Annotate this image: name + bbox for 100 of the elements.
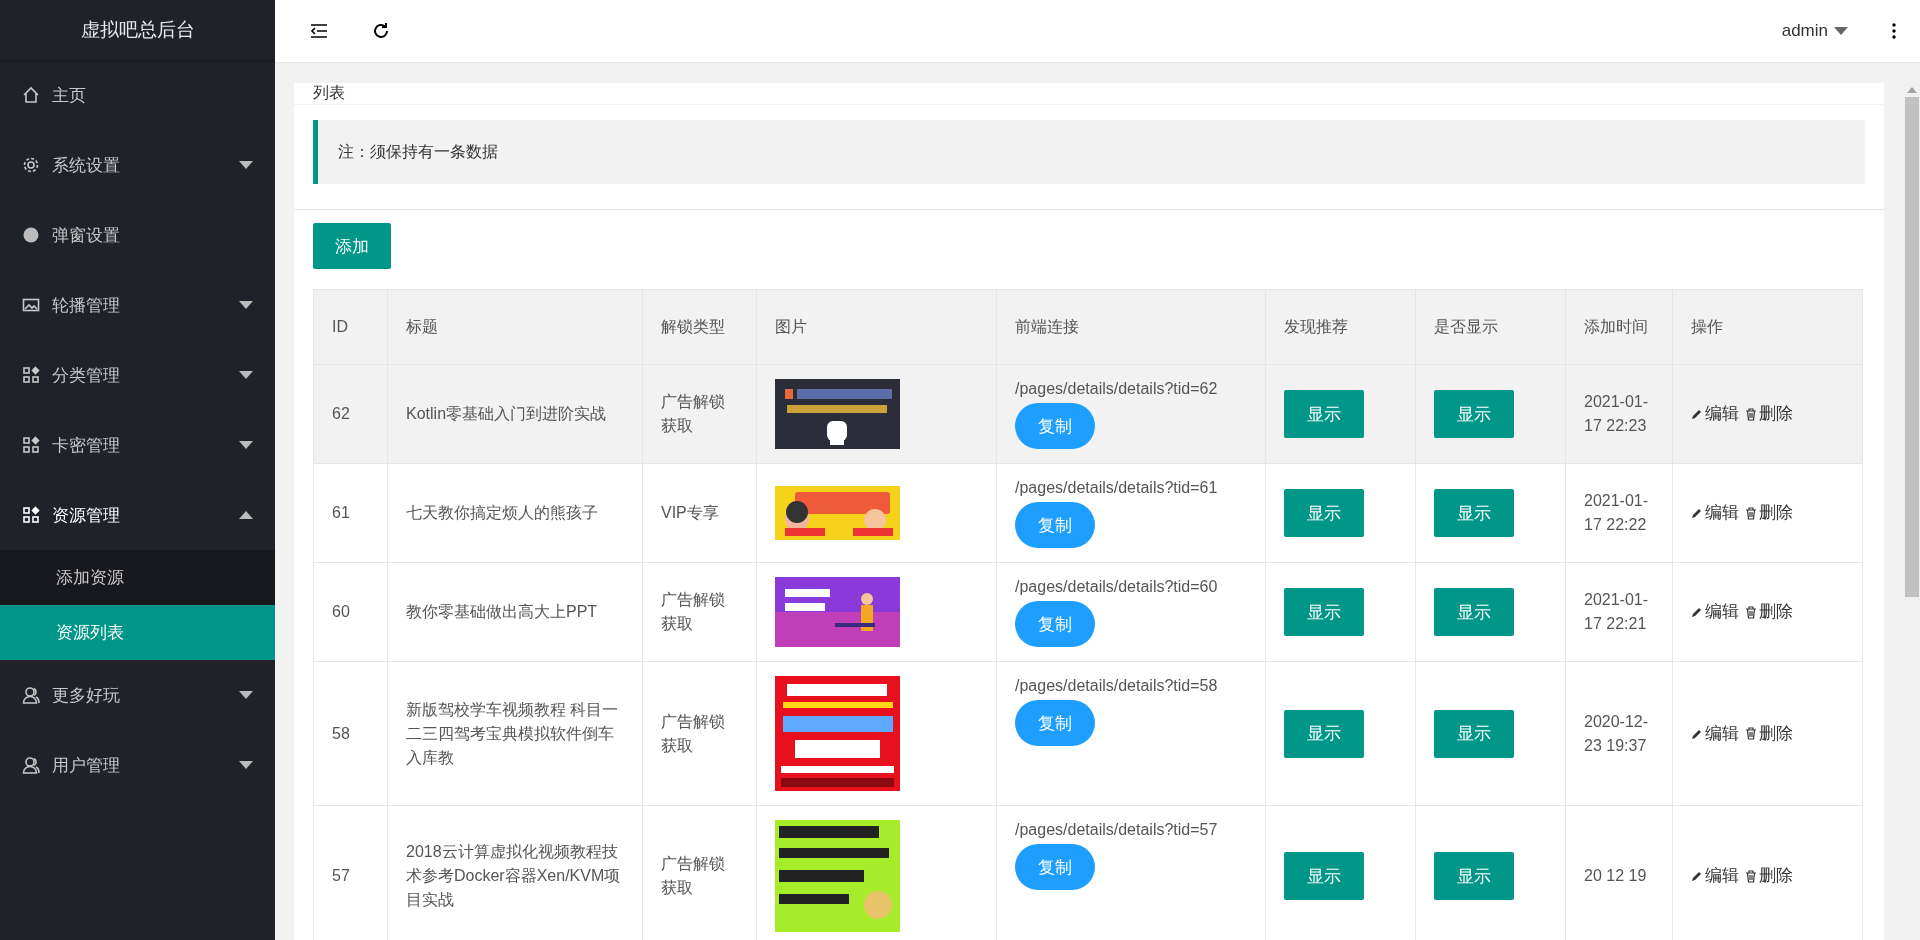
link-text: /pages/details/details?tid=57 bbox=[1015, 820, 1219, 840]
caret-icon bbox=[1834, 27, 1848, 35]
sidebar-item[interactable]: 资源管理 bbox=[0, 480, 275, 550]
caret-icon bbox=[239, 161, 253, 169]
delete-link[interactable]: 删除 bbox=[1745, 721, 1793, 746]
id-text: 62 bbox=[332, 404, 351, 424]
unlock-type-text: 广告解锁获取 bbox=[661, 711, 726, 756]
sidebar-item[interactable]: 轮播管理 bbox=[0, 270, 275, 340]
edit-link[interactable]: 编辑 bbox=[1691, 501, 1739, 525]
id-text: 61 bbox=[332, 503, 351, 523]
edit-link[interactable]: 编辑 bbox=[1691, 721, 1739, 746]
time-text: 2020-12-23 19:37 bbox=[1584, 711, 1650, 756]
add-button[interactable]: 添加 bbox=[313, 223, 391, 269]
link-text: /pages/details/details?tid=62 bbox=[1015, 379, 1219, 399]
link-text: /pages/details/details?tid=60 bbox=[1015, 577, 1219, 597]
column-header: 解锁类型 bbox=[642, 289, 757, 365]
card-title: 列表 bbox=[294, 83, 1884, 105]
column-header: 标题 bbox=[387, 289, 643, 365]
edit-link[interactable]: 编辑 bbox=[1691, 600, 1739, 624]
delete-link[interactable]: 删除 bbox=[1745, 864, 1793, 888]
edit-link[interactable]: 编辑 bbox=[1691, 402, 1739, 426]
circle-icon bbox=[22, 226, 40, 244]
title-text: Kotlin零基础入门到进阶实战 bbox=[406, 404, 608, 424]
delete-link[interactable]: 删除 bbox=[1745, 600, 1793, 624]
time-text: 2021-01-17 22:23 bbox=[1584, 392, 1650, 436]
recommend-button[interactable]: 显示 bbox=[1284, 852, 1364, 900]
recommend-button[interactable]: 显示 bbox=[1284, 709, 1364, 758]
recommend-button[interactable]: 显示 bbox=[1284, 489, 1364, 537]
delete-link[interactable]: 删除 bbox=[1745, 402, 1793, 426]
id-text: 57 bbox=[332, 866, 351, 886]
column-header: 前端连接 bbox=[996, 289, 1266, 365]
pencil-icon bbox=[1691, 507, 1703, 519]
time-text: 2021-01-17 22:22 bbox=[1584, 491, 1650, 535]
show-button[interactable]: 显示 bbox=[1434, 489, 1514, 537]
sidebar-item[interactable]: 更多好玩 bbox=[0, 660, 275, 730]
image-icon bbox=[22, 296, 40, 314]
caret-icon bbox=[239, 511, 253, 519]
table-row[interactable]: 62 Kotlin零基础入门到进阶实战 广告解锁获取 /pages/details/details?tid=62 复制 显示 显示 2021-01-17 22:23 编辑 删除 bbox=[313, 364, 1863, 464]
table-row[interactable]: 60 教你零基础做出高大上PPT 广告解锁获取 /pages/details/details?tid=60 复制 显示 显示 2021-01-17 22:21 编辑 删除 bbox=[313, 562, 1863, 662]
time-text: 20 12 19 bbox=[1584, 866, 1648, 886]
trash-icon bbox=[1745, 506, 1757, 520]
sidebar-subitem[interactable]: 添加资源 bbox=[0, 550, 275, 605]
user-menu[interactable]: admin bbox=[1781, 21, 1848, 41]
column-header: ID bbox=[313, 289, 388, 365]
column-header: 发现推荐 bbox=[1265, 289, 1416, 365]
id-text: 60 bbox=[332, 602, 351, 622]
grid-icon bbox=[22, 366, 40, 384]
trash-icon bbox=[1745, 407, 1757, 421]
pencil-icon bbox=[1691, 606, 1703, 618]
show-button[interactable]: 显示 bbox=[1434, 852, 1514, 900]
caret-icon bbox=[239, 441, 253, 449]
sidebar-item[interactable]: 用户管理 bbox=[0, 730, 275, 800]
link-text: /pages/details/details?tid=58 bbox=[1015, 676, 1219, 696]
app-title: 虚拟吧总后台 bbox=[0, 0, 275, 60]
home-icon bbox=[22, 86, 40, 104]
show-button[interactable]: 显示 bbox=[1434, 390, 1514, 438]
id-text: 58 bbox=[332, 723, 351, 744]
recommend-button[interactable]: 显示 bbox=[1284, 588, 1364, 636]
sidebar-subitem[interactable]: 资源列表 bbox=[0, 605, 275, 660]
title-text: 2018云计算虚拟化视频教程技术参考Docker容器Xen/KVM项目实战 bbox=[406, 842, 622, 910]
unlock-type-text: VIP专享 bbox=[661, 503, 720, 523]
grid-icon bbox=[22, 436, 40, 454]
show-button[interactable]: 显示 bbox=[1434, 588, 1514, 636]
delete-link[interactable]: 删除 bbox=[1745, 501, 1793, 525]
refresh-icon[interactable] bbox=[372, 22, 390, 40]
table-row[interactable]: 61 七天教你搞定烦人的熊孩子 VIP专享 /pages/details/details?tid=61 复制 显示 显示 2021-01-17 22:22 编辑 删除 bbox=[313, 463, 1863, 563]
title-text: 新版驾校学车视频教程 科目一二三四驾考宝典模拟软件倒车入库教 bbox=[406, 699, 620, 768]
link-text: /pages/details/details?tid=61 bbox=[1015, 478, 1219, 498]
sidebar-item[interactable]: 系统设置 bbox=[0, 130, 275, 200]
recommend-button[interactable]: 显示 bbox=[1284, 390, 1364, 438]
time-text: 2021-01-17 22:21 bbox=[1584, 590, 1650, 634]
pencil-icon bbox=[1691, 870, 1703, 882]
column-header: 是否显示 bbox=[1415, 289, 1566, 365]
collapse-menu-icon[interactable] bbox=[310, 23, 328, 39]
title-text: 七天教你搞定烦人的熊孩子 bbox=[406, 503, 599, 523]
unlock-type-text: 广告解锁获取 bbox=[661, 392, 726, 436]
more-icon[interactable] bbox=[1892, 23, 1896, 39]
sidebar-item[interactable]: 分类管理 bbox=[0, 340, 275, 410]
trash-icon bbox=[1745, 727, 1757, 740]
pencil-icon bbox=[1691, 727, 1703, 740]
pencil-icon bbox=[1691, 408, 1703, 420]
column-header: 添加时间 bbox=[1565, 289, 1673, 365]
table-row[interactable]: 58 新版驾校学车视频教程 科目一二三四驾考宝典模拟软件倒车入库教 广告解锁获取 /pages/details/details?tid=58 复制 显示 显示 2020-12-23 19:37 编辑 删除 bbox=[313, 661, 1863, 806]
unlock-type-text: 广告解锁获取 bbox=[661, 854, 726, 898]
caret-icon bbox=[239, 371, 253, 379]
column-header: 图片 bbox=[756, 289, 997, 365]
sidebar-item[interactable]: 弹窗设置 bbox=[0, 200, 275, 270]
caret-icon bbox=[239, 301, 253, 309]
table-row[interactable]: 57 2018云计算虚拟化视频教程技术参考Docker容器Xen/KVM项目实战 广告解锁获取 /pages/details/details?tid=57 复制 显示 显示 20 12 19 编辑 删除 bbox=[313, 805, 1863, 940]
settings-icon bbox=[22, 156, 40, 174]
show-button[interactable]: 显示 bbox=[1434, 709, 1514, 758]
edit-link[interactable]: 编辑 bbox=[1691, 864, 1739, 888]
title-text: 教你零基础做出高大上PPT bbox=[406, 602, 599, 622]
trash-icon bbox=[1745, 869, 1757, 883]
sidebar-item[interactable]: 主页 bbox=[0, 60, 275, 130]
caret-icon bbox=[239, 691, 253, 699]
grid-icon bbox=[22, 506, 40, 524]
sidebar-item[interactable]: 卡密管理 bbox=[0, 410, 275, 480]
unlock-type-text: 广告解锁获取 bbox=[661, 590, 726, 634]
note-text: 注：须保持有一条数据 bbox=[313, 120, 1865, 184]
